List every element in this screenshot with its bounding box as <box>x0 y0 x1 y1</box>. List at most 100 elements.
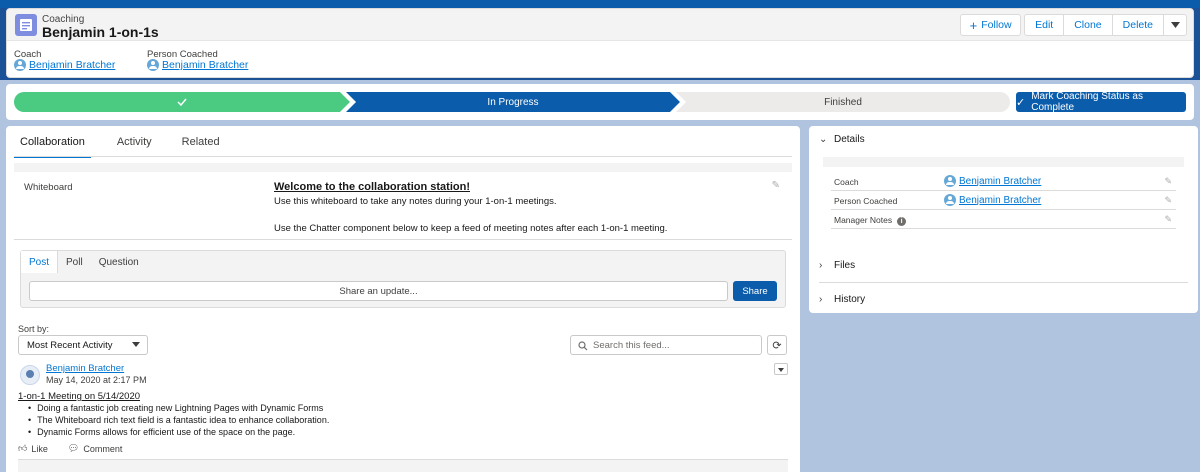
divider <box>14 239 792 240</box>
tab-collaboration[interactable]: Collaboration <box>14 136 91 158</box>
avatar[interactable] <box>20 365 40 385</box>
plus-icon: + <box>969 17 978 33</box>
chevron-down-icon <box>1170 22 1180 28</box>
chevron-down-icon: ⌄ <box>819 134 828 145</box>
comment-label: Comment <box>83 443 123 454</box>
action-button-group: Edit Clone Delete <box>1024 14 1187 36</box>
edit-pencil-icon[interactable]: ✎ <box>1164 214 1172 225</box>
user-icon <box>944 194 956 206</box>
list-item: Doing a fantastic job creating new Light… <box>26 402 329 414</box>
list-item: The Whiteboard rich text field is a fant… <box>26 414 329 426</box>
publisher-tab-post[interactable]: Post <box>21 251 59 273</box>
main-content-card: Collaboration Activity Related Whiteboar… <box>6 126 800 472</box>
like-label: Like <box>31 443 48 454</box>
publisher-tabs: Post Poll Question <box>21 251 147 273</box>
mark-status-label: Mark Coaching Status as Complete <box>1031 91 1143 113</box>
feed-search-input[interactable]: Search this feed... <box>570 335 762 355</box>
user-icon <box>944 175 956 187</box>
section-strip <box>14 163 792 172</box>
files-title: Files <box>834 260 856 271</box>
details-title: Details <box>834 134 865 145</box>
detail-coach-link[interactable]: Benjamin Bratcher <box>944 175 1041 187</box>
coach-name: Benjamin Bratcher <box>29 59 116 71</box>
whiteboard-label: Whiteboard <box>24 182 73 193</box>
like-button[interactable]: 👍︎ Like <box>18 443 48 454</box>
coaching-object-icon <box>15 14 37 36</box>
chevron-right-icon: › <box>819 294 823 305</box>
divider <box>819 282 1188 283</box>
check-icon: ✓ <box>1016 96 1026 109</box>
detail-value: Benjamin Bratcher <box>959 194 1042 206</box>
record-header: Coaching Benjamin 1-on-1s + Follow Edit C… <box>6 8 1194 78</box>
refresh-feed-button[interactable]: ⟳ <box>767 335 787 355</box>
share-update-input[interactable]: Share an update... <box>29 281 728 301</box>
history-section-toggle[interactable]: › History <box>819 294 865 305</box>
detail-row-person-coached: Person Coached Benjamin Bratcher ✎ <box>831 191 1176 210</box>
tab-bar: Collaboration Activity Related <box>14 136 246 158</box>
path-stage-finished[interactable]: Finished <box>676 92 1010 112</box>
comment-button[interactable]: 💬︎ Comment <box>68 443 122 454</box>
delete-button[interactable]: Delete <box>1111 14 1164 36</box>
edit-button[interactable]: Edit <box>1024 14 1065 36</box>
refresh-icon: ⟳ <box>772 339 782 352</box>
path-bar: In Progress Finished ✓ Mark Coaching Stat… <box>6 84 1194 120</box>
person-coached-name: Benjamin Bratcher <box>162 59 249 71</box>
clone-button[interactable]: Clone <box>1063 14 1113 36</box>
edit-pencil-icon[interactable]: ✎ <box>1164 176 1172 187</box>
publisher-tab-question[interactable]: Question <box>91 251 147 273</box>
sort-by-select[interactable]: Most Recent Activity <box>18 335 148 355</box>
info-icon[interactable]: i <box>897 217 907 226</box>
list-item: Dynamic Forms allows for efficient use o… <box>26 426 329 438</box>
post-actions: 👍︎ Like 💬︎ Comment <box>18 443 142 454</box>
whiteboard-text-line-1: Use this whiteboard to take any notes du… <box>274 196 557 207</box>
coach-field-link[interactable]: Benjamin Bratcher <box>14 59 115 71</box>
person-coached-field-link[interactable]: Benjamin Bratcher <box>147 59 248 71</box>
feed-search-placeholder: Search this feed... <box>593 339 670 351</box>
whiteboard-title: Welcome to the collaboration station! <box>274 181 470 193</box>
whiteboard-text-line-2: Use the Chatter component below to keep … <box>274 223 668 234</box>
share-button[interactable]: Share <box>733 281 777 301</box>
path-stage-in-progress[interactable]: In Progress <box>346 92 680 112</box>
detail-label: Person Coached <box>834 196 898 206</box>
tab-activity[interactable]: Activity <box>113 136 156 158</box>
files-section-toggle[interactable]: › Files <box>819 260 855 271</box>
edit-pencil-icon[interactable]: ✎ <box>1164 195 1172 206</box>
sort-by-label: Sort by: <box>18 324 50 334</box>
detail-value: Benjamin Bratcher <box>959 175 1042 187</box>
publisher-tab-poll[interactable]: Poll <box>58 251 91 273</box>
post-author-link[interactable]: Benjamin Bratcher <box>46 363 124 374</box>
more-actions-button[interactable] <box>1163 14 1187 36</box>
chatter-publisher: Post Poll Question Share an update... Sh… <box>20 250 786 308</box>
follow-label: Follow <box>981 19 1012 31</box>
details-section-toggle[interactable]: ⌄ Details <box>819 134 865 145</box>
tab-related[interactable]: Related <box>178 136 224 158</box>
chevron-down-icon <box>132 342 140 347</box>
history-title: History <box>834 294 866 305</box>
mark-status-complete-button[interactable]: ✓ Mark Coaching Status as Complete <box>1016 91 1186 113</box>
top-stripe <box>0 0 1200 8</box>
comment-input-bar[interactable] <box>18 459 788 472</box>
chevron-right-icon: › <box>819 260 823 271</box>
sort-by-value: Most Recent Activity <box>27 339 113 351</box>
detail-label: Manager Notes i <box>834 215 907 226</box>
detail-person-coached-link[interactable]: Benjamin Bratcher <box>944 194 1041 206</box>
page-title: Benjamin 1-on-1s <box>42 24 159 40</box>
user-icon <box>147 59 159 71</box>
comment-icon: 💬︎ <box>67 443 80 453</box>
follow-button[interactable]: + Follow <box>960 14 1022 36</box>
user-icon <box>14 59 26 71</box>
detail-label: Coach <box>834 177 859 187</box>
details-card: ⌄ Details Coach Benjamin Bratcher ✎ Perso… <box>809 126 1198 313</box>
post-timestamp[interactable]: May 14, 2020 at 2:17 PM <box>46 375 147 385</box>
edit-pencil-icon[interactable]: ✎ <box>772 180 780 191</box>
tab-divider <box>14 156 792 157</box>
post-bullet-list: Doing a fantastic job creating new Light… <box>26 402 329 438</box>
thumbs-up-icon: 👍︎ <box>18 443 28 453</box>
detail-row-manager-notes: Manager Notes i ✎ <box>831 210 1176 229</box>
header-actions: + Follow Edit Clone Delete <box>960 14 1187 36</box>
detail-row-coach: Coach Benjamin Bratcher ✎ <box>831 172 1176 191</box>
manager-notes-label: Manager Notes <box>834 215 893 225</box>
details-strip <box>823 157 1184 167</box>
post-menu-button[interactable] <box>774 363 788 375</box>
path-stage-complete[interactable] <box>14 92 350 112</box>
